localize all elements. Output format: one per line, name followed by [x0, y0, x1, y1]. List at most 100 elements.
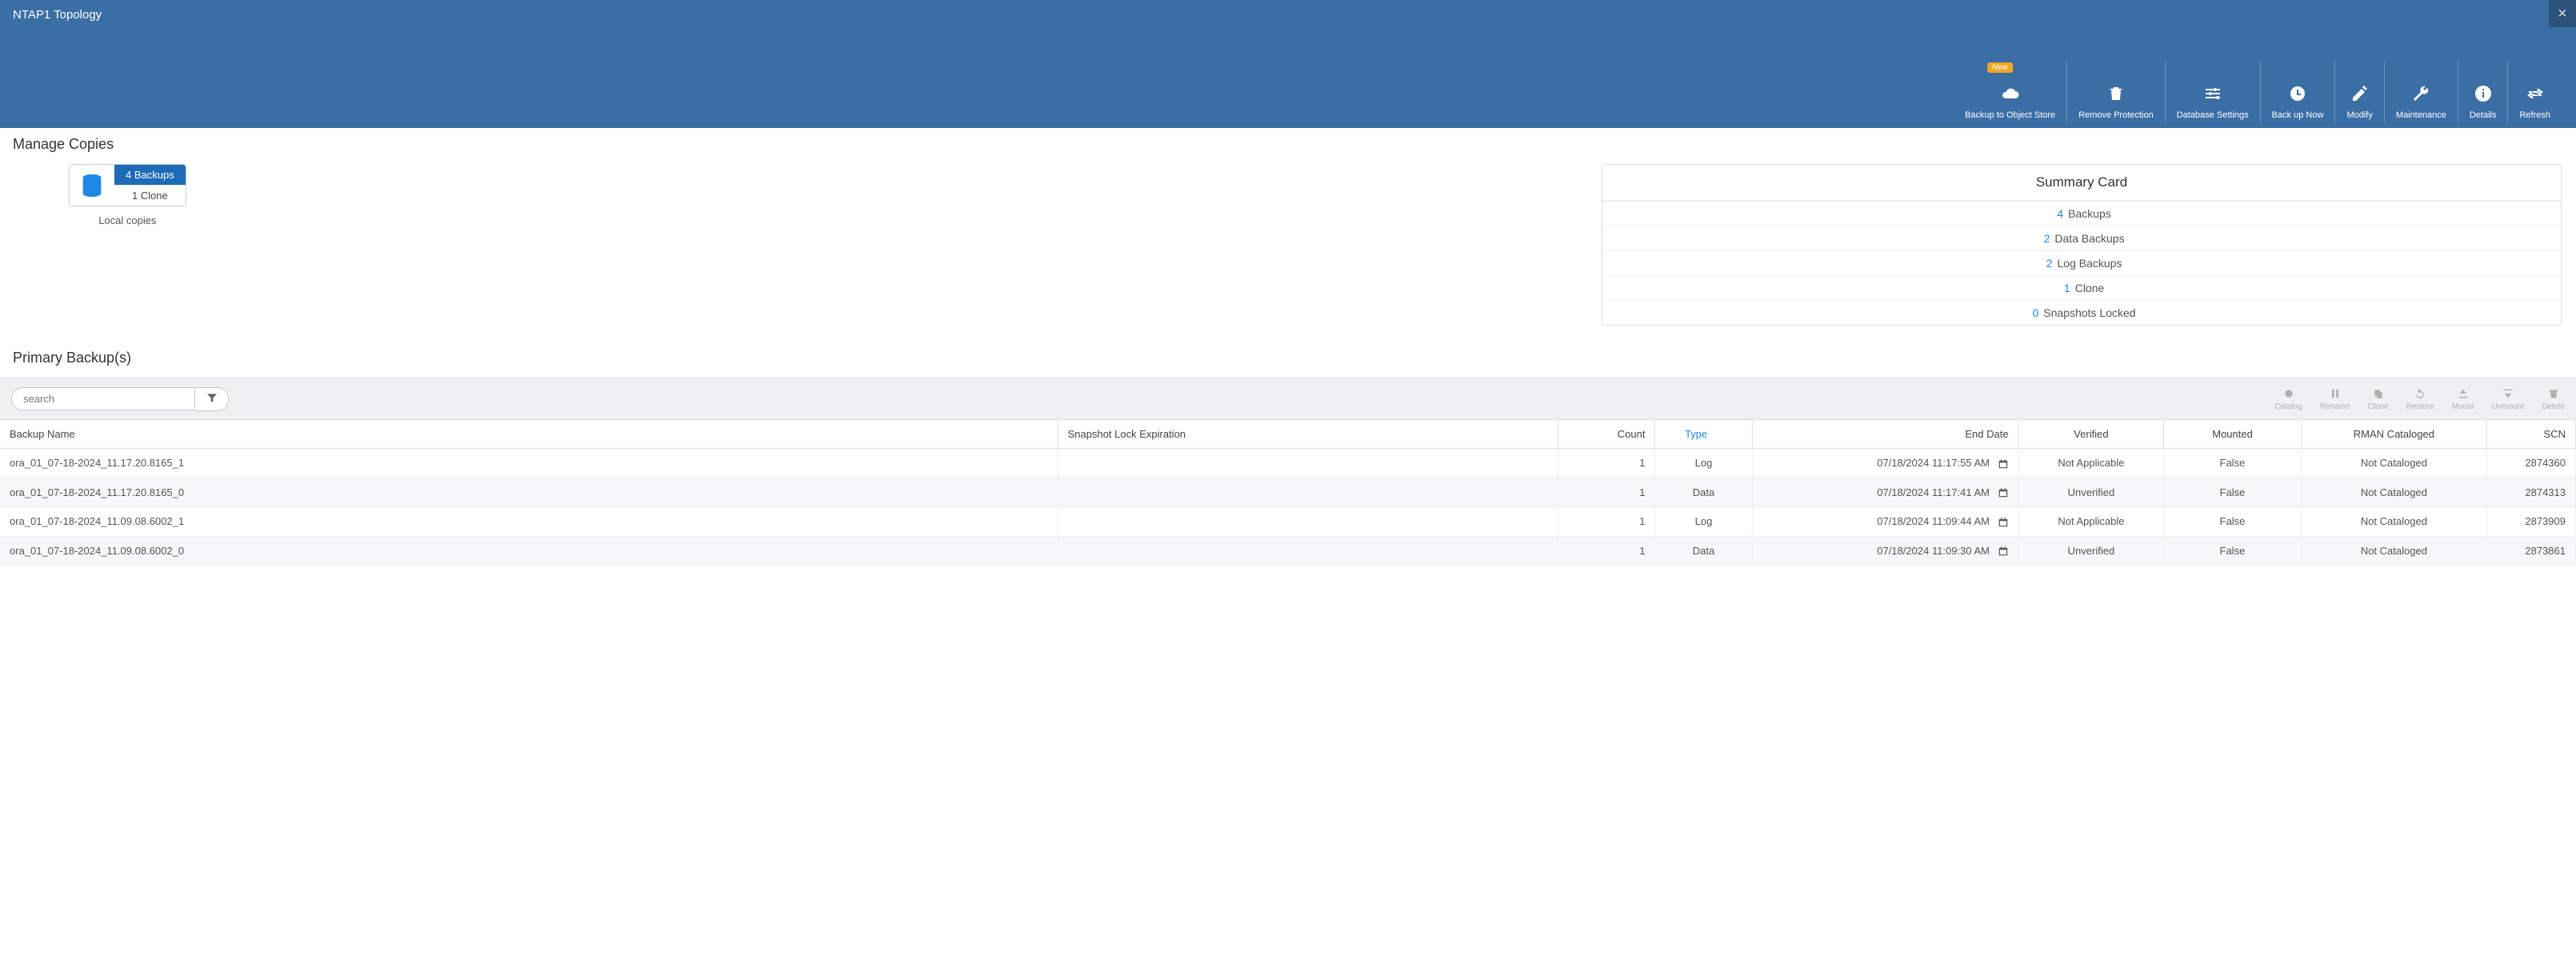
cell-backup-name: ora_01_07-18-2024_11.09.08.6002_1 — [0, 507, 1058, 537]
wrench-icon — [2409, 82, 2433, 106]
backup-to-object-store-button[interactable]: New Backup to Object Store — [1954, 61, 2066, 123]
table-header-row: Backup Name Snapshot Lock Expiration Cou… — [0, 420, 2576, 449]
search-input[interactable] — [11, 387, 195, 410]
col-verified[interactable]: Verified — [2018, 420, 2164, 449]
toolbar-label: Back up Now — [2272, 110, 2324, 120]
maintenance-button[interactable]: Maintenance — [2384, 61, 2458, 123]
col-type[interactable]: Type — [1655, 420, 1752, 449]
clone-action[interactable]: Clone — [2368, 386, 2389, 411]
toolbar-label: Modify — [2346, 110, 2372, 120]
back-up-now-button[interactable]: Back up Now — [2260, 61, 2335, 123]
database-icon — [70, 165, 114, 206]
calendar-icon — [1998, 546, 2009, 557]
cell-scn: 2874313 — [2486, 478, 2575, 507]
local-copies-box[interactable]: 4 Backups 1 Clone — [69, 164, 186, 206]
col-end-date[interactable]: End Date — [1752, 420, 2018, 449]
summary-row-log-backups[interactable]: 2 Log Backups — [1602, 250, 2561, 275]
page-title: NTAP1 Topology — [0, 0, 2576, 30]
local-copies: 4 Backups 1 Clone Local copies — [69, 164, 186, 226]
col-rman[interactable]: RMAN Cataloged — [2301, 420, 2486, 449]
primary-backups-title: Primary Backup(s) — [0, 342, 2576, 378]
summary-num: 2 — [2038, 232, 2050, 245]
col-snapshot-lock[interactable]: Snapshot Lock Expiration — [1058, 420, 1558, 449]
rename-action[interactable]: Rename — [2320, 386, 2350, 411]
unmount-action[interactable]: Unmount — [2492, 386, 2525, 411]
modify-button[interactable]: Modify — [2334, 61, 2383, 123]
cell-rman: Not Cataloged — [2301, 478, 2486, 507]
cell-mounted: False — [2164, 536, 2302, 566]
summary-row-backups[interactable]: 4 Backups — [1602, 201, 2561, 226]
clones-chip[interactable]: 1 Clone — [114, 185, 186, 206]
summary-text: Backups — [2068, 207, 2111, 220]
sliders-icon — [2201, 82, 2225, 106]
delete-icon — [2546, 386, 2561, 401]
table-actions: Catalog Rename Clone Restore Mount Unmou… — [2274, 386, 2565, 411]
action-label: Delete — [2542, 402, 2565, 411]
summary-row-clone[interactable]: 1 Clone — [1602, 275, 2561, 300]
cell-end-date: 07/18/2024 11:17:41 AM — [1752, 478, 2018, 507]
table-row[interactable]: ora_01_07-18-2024_11.17.20.8165_01Data07… — [0, 478, 2576, 507]
funnel-icon — [206, 391, 218, 406]
summary-card: Summary Card 4 Backups 2 Data Backups 2 … — [1602, 164, 2562, 326]
refresh-button[interactable]: Refresh — [2507, 61, 2562, 123]
col-type-label: Type — [1685, 428, 1707, 440]
cell-end-date: 07/18/2024 11:17:55 AM — [1752, 449, 2018, 478]
cell-verified: Not Applicable — [2018, 507, 2164, 537]
cell-verified: Not Applicable — [2018, 449, 2164, 478]
cell-count: 1 — [1558, 449, 1655, 478]
cell-backup-name: ora_01_07-18-2024_11.09.08.6002_0 — [0, 536, 1058, 566]
cell-type: Data — [1655, 478, 1752, 507]
cell-mounted: False — [2164, 449, 2302, 478]
table-row[interactable]: ora_01_07-18-2024_11.09.08.6002_01Data07… — [0, 536, 2576, 566]
backups-table: Backup Name Snapshot Lock Expiration Cou… — [0, 420, 2576, 566]
toolbar-label: Refresh — [2519, 110, 2550, 120]
cell-verified: Unverified — [2018, 478, 2164, 507]
close-button[interactable]: × — [2549, 0, 2576, 27]
filter-button[interactable] — [195, 387, 229, 411]
header-bar: NTAP1 Topology × New Backup to Object St… — [0, 0, 2576, 128]
cell-snapshot-lock — [1058, 478, 1558, 507]
restore-action[interactable]: Restore — [2406, 386, 2434, 411]
details-button[interactable]: Details — [2458, 61, 2508, 123]
info-icon — [2471, 82, 2495, 106]
backups-chip[interactable]: 4 Backups — [114, 165, 186, 185]
search-bar-row: Catalog Rename Clone Restore Mount Unmou… — [0, 378, 2576, 420]
col-mounted[interactable]: Mounted — [2164, 420, 2302, 449]
summary-text: Snapshots Locked — [2043, 306, 2135, 319]
table-row[interactable]: ora_01_07-18-2024_11.09.08.6002_11Log07/… — [0, 507, 2576, 537]
delete-action[interactable]: Delete — [2542, 386, 2565, 411]
cell-backup-name: ora_01_07-18-2024_11.17.20.8165_0 — [0, 478, 1058, 507]
action-label: Unmount — [2492, 402, 2525, 411]
summary-num: 2 — [2042, 257, 2053, 270]
cell-count: 1 — [1558, 536, 1655, 566]
table-row[interactable]: ora_01_07-18-2024_11.17.20.8165_11Log07/… — [0, 449, 2576, 478]
unmount-icon — [2501, 386, 2515, 401]
summary-row-data-backups[interactable]: 2 Data Backups — [1602, 226, 2561, 250]
cell-snapshot-lock — [1058, 507, 1558, 537]
cell-scn: 2874360 — [2486, 449, 2575, 478]
cell-end-date: 07/18/2024 11:09:44 AM — [1752, 507, 2018, 537]
cell-backup-name: ora_01_07-18-2024_11.17.20.8165_1 — [0, 449, 1058, 478]
cloud-icon — [1998, 82, 2022, 106]
summary-text: Data Backups — [2054, 232, 2124, 245]
summary-num: 0 — [2027, 306, 2038, 319]
summary-row-snapshots-locked[interactable]: 0 Snapshots Locked — [1602, 300, 2561, 325]
clone-icon — [2371, 386, 2386, 401]
col-scn[interactable]: SCN — [2486, 420, 2575, 449]
copies-row: 4 Backups 1 Clone Local copies Summary C… — [0, 164, 2576, 326]
remove-protection-button[interactable]: Remove Protection — [2066, 61, 2165, 123]
toolbar: New Backup to Object Store Remove Protec… — [1954, 61, 2562, 123]
summary-card-title: Summary Card — [1602, 165, 2561, 201]
col-backup-name[interactable]: Backup Name — [0, 420, 1058, 449]
cell-scn: 2873909 — [2486, 507, 2575, 537]
database-settings-button[interactable]: Database Settings — [2165, 61, 2260, 123]
trash-icon — [2104, 82, 2128, 106]
cell-mounted: False — [2164, 507, 2302, 537]
catalog-action[interactable]: Catalog — [2274, 386, 2302, 411]
col-count[interactable]: Count — [1558, 420, 1655, 449]
local-copies-label: Local copies — [98, 214, 156, 226]
cell-mounted: False — [2164, 478, 2302, 507]
action-label: Rename — [2320, 402, 2350, 411]
toolbar-label: Maintenance — [2396, 110, 2446, 120]
mount-action[interactable]: Mount — [2452, 386, 2474, 411]
